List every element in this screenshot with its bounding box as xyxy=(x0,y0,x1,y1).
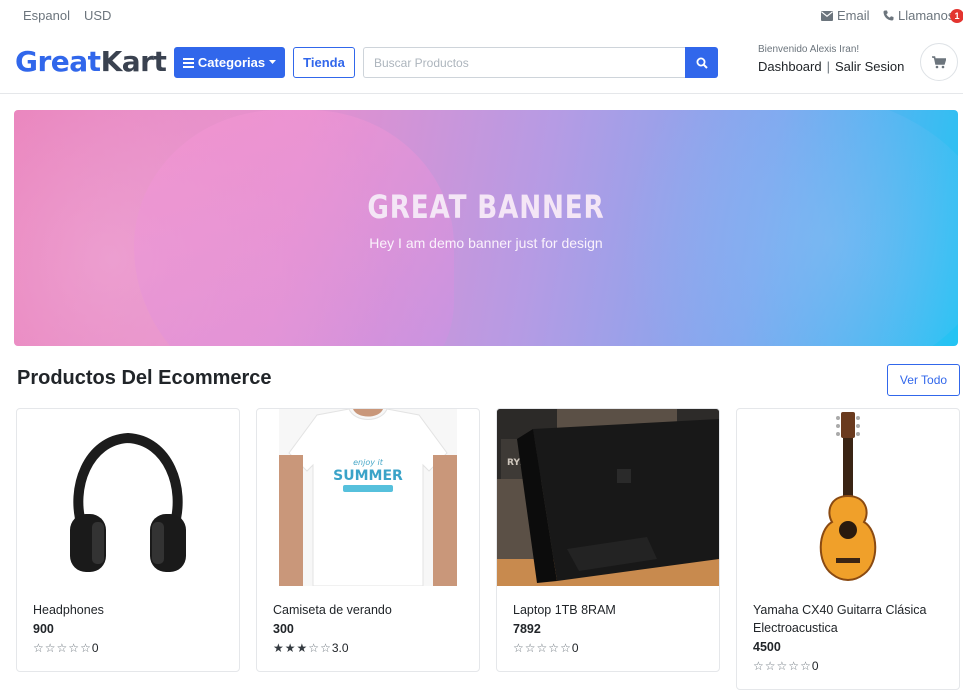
product-image-laptop[interactable]: RYZE xyxy=(497,409,719,586)
product-price: 900 xyxy=(33,622,54,636)
product-name[interactable]: Yamaha CX40 Guitarra Clásica Electroacus… xyxy=(753,601,945,637)
star-empty-icon: ☆ xyxy=(788,659,800,673)
caret-down-icon xyxy=(269,60,277,64)
star-empty-icon: ☆ xyxy=(764,659,776,673)
svg-text:SUMMER: SUMMER xyxy=(333,468,403,484)
user-links: Dashboard | Salir Sesion xyxy=(758,59,904,74)
cart-count-badge: 1 xyxy=(950,9,963,23)
phone-icon xyxy=(883,10,894,21)
hero-banner[interactable]: GREAT BANNER Hey I am demo banner just f… xyxy=(14,110,958,346)
guitar-photo xyxy=(819,411,877,581)
banner-decoration xyxy=(574,110,958,346)
product-rating: ☆ ☆ ☆ ☆ ☆ 0 xyxy=(753,659,819,673)
search-icon xyxy=(696,57,708,69)
rating-value: 0 xyxy=(571,641,579,655)
star-empty-icon: ☆ xyxy=(308,641,320,655)
laptop-photo: RYZE xyxy=(497,409,719,586)
product-rating: ☆ ☆ ☆ ☆ ☆ 0 xyxy=(33,641,99,655)
product-image-headphones[interactable] xyxy=(17,409,239,586)
store-button[interactable]: Tienda xyxy=(293,47,355,78)
product-rating: ★ ★ ★ ☆ ☆ 3.0 xyxy=(273,641,349,655)
envelope-icon xyxy=(821,10,833,21)
product-price: 4500 xyxy=(753,640,781,654)
star-empty-icon: ☆ xyxy=(524,641,536,655)
cart-button[interactable] xyxy=(920,43,958,81)
banner-decoration xyxy=(134,110,454,346)
language-selector[interactable]: Espanol xyxy=(23,8,70,23)
product-name[interactable]: Laptop 1TB 8RAM xyxy=(513,601,705,619)
product-name[interactable]: Camiseta de verando xyxy=(273,601,465,619)
logo-great: Great xyxy=(15,45,101,78)
star-empty-icon: ☆ xyxy=(753,659,764,673)
product-card[interactable]: Yamaha CX40 Guitarra Clásica Electroacus… xyxy=(736,408,960,690)
categories-button[interactable]: Categorias xyxy=(174,47,285,78)
search-button[interactable] xyxy=(685,47,718,78)
product-rating: ☆ ☆ ☆ ☆ ☆ 0 xyxy=(513,641,579,655)
star-full-icon: ★ xyxy=(273,641,284,655)
product-card[interactable]: enjoy it SUMMER Camiseta de verando 300 … xyxy=(256,408,480,672)
star-empty-icon: ☆ xyxy=(513,641,524,655)
view-all-button[interactable]: Ver Todo xyxy=(887,364,960,396)
star-empty-icon: ☆ xyxy=(536,641,548,655)
star-full-icon: ★ xyxy=(284,641,296,655)
main-header: GreatKart Categorias Tienda Bienvenido A… xyxy=(0,31,963,94)
currency-selector[interactable]: USD xyxy=(84,8,111,23)
star-empty-icon: ☆ xyxy=(320,641,331,655)
star-empty-icon: ☆ xyxy=(56,641,68,655)
product-card[interactable]: Headphones 900 ☆ ☆ ☆ ☆ ☆ 0 xyxy=(16,408,240,672)
welcome-text: Bienvenido Alexis Iran! xyxy=(758,44,860,55)
search-input[interactable] xyxy=(363,47,685,78)
rating-value: 0 xyxy=(811,659,819,673)
star-empty-icon: ☆ xyxy=(560,641,571,655)
email-label: Email xyxy=(837,8,870,23)
banner-title: GREAT BANNER xyxy=(367,188,605,226)
product-price: 300 xyxy=(273,622,294,636)
star-empty-icon: ☆ xyxy=(776,659,788,673)
categories-label: Categorias xyxy=(197,55,266,70)
star-empty-icon: ☆ xyxy=(548,641,560,655)
product-price: 7892 xyxy=(513,622,541,636)
tshirt-photo: enjoy it SUMMER xyxy=(279,409,457,586)
section-title: Productos Del Ecommerce xyxy=(17,367,272,389)
top-bar: Espanol USD Email Llamanos xyxy=(0,0,963,30)
headphones-icon xyxy=(70,432,186,572)
link-separator: | xyxy=(826,59,830,74)
logo-kart: Kart xyxy=(100,45,167,78)
shopping-cart-icon xyxy=(932,55,946,68)
product-name[interactable]: Headphones xyxy=(33,601,225,619)
star-empty-icon: ☆ xyxy=(44,641,56,655)
site-logo[interactable]: GreatKart xyxy=(15,45,167,78)
dashboard-link[interactable]: Dashboard xyxy=(758,59,822,74)
call-link[interactable]: Llamanos xyxy=(883,8,954,23)
call-label: Llamanos xyxy=(898,8,955,23)
bars-icon xyxy=(182,57,194,68)
product-image-guitar[interactable] xyxy=(737,409,959,586)
banner-subtitle: Hey I am demo banner just for design xyxy=(369,235,603,251)
star-full-icon: ★ xyxy=(296,641,308,655)
email-link[interactable]: Email xyxy=(821,8,870,23)
rating-value: 0 xyxy=(91,641,99,655)
rating-value: 3.0 xyxy=(331,641,349,655)
star-empty-icon: ☆ xyxy=(800,659,811,673)
product-image-tshirt[interactable]: enjoy it SUMMER xyxy=(257,409,479,586)
product-card[interactable]: RYZE Laptop 1TB 8RAM 7892 ☆ ☆ ☆ ☆ ☆ 0 xyxy=(496,408,720,672)
star-empty-icon: ☆ xyxy=(68,641,80,655)
logout-link[interactable]: Salir Sesion xyxy=(835,59,904,74)
search-bar xyxy=(363,47,718,78)
star-empty-icon: ☆ xyxy=(80,641,91,655)
star-empty-icon: ☆ xyxy=(33,641,44,655)
svg-text:enjoy it: enjoy it xyxy=(353,458,384,467)
